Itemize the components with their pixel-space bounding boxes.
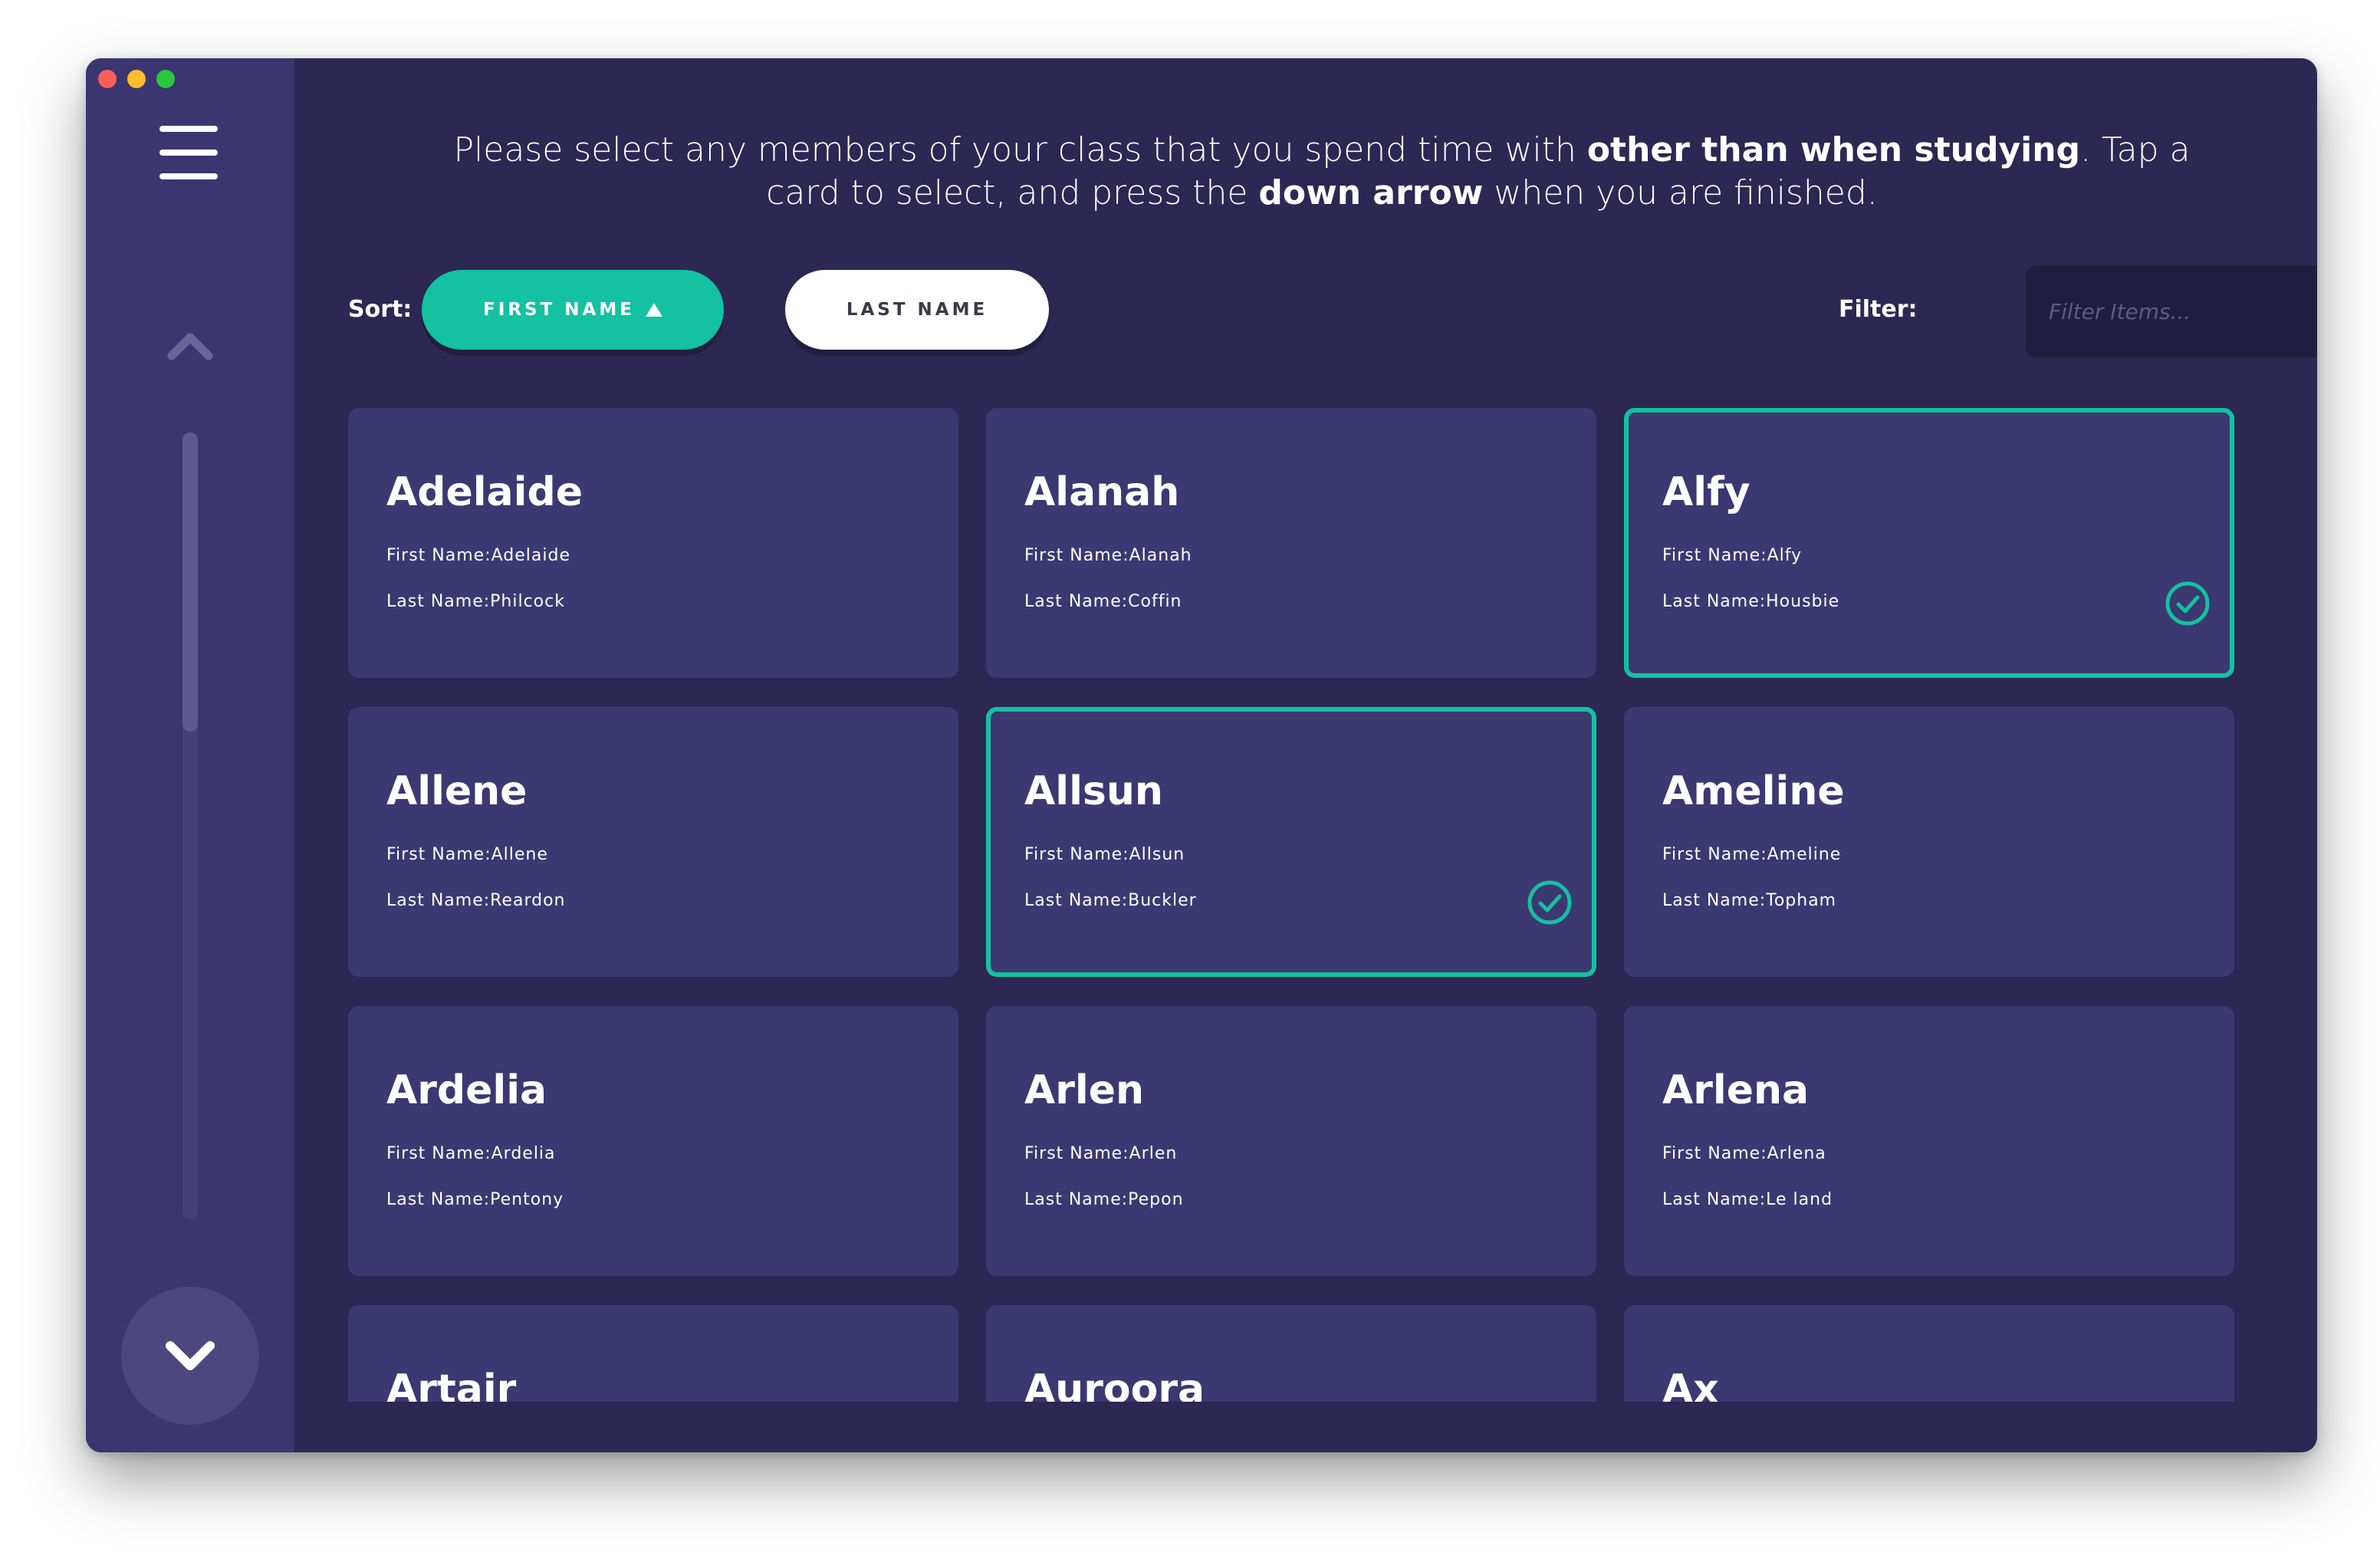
sort-ascending-icon <box>645 303 662 317</box>
finish-down-button[interactable] <box>121 1287 259 1425</box>
student-card[interactable]: Adelaide First Name:Adelaide Last Name:Phi… <box>348 408 958 678</box>
chevron-up-icon[interactable] <box>166 328 215 362</box>
hamburger-icon[interactable] <box>159 126 218 179</box>
student-card[interactable]: Ardelia First Name:Ardelia Last Name:Pento… <box>348 1006 958 1276</box>
student-card-name: Ameline <box>1662 768 1845 814</box>
filter-label: Filter: <box>1839 296 1918 323</box>
student-card[interactable]: Alanah First Name:Alanah Last Name:Coffin <box>986 408 1596 678</box>
student-card[interactable]: Ax <box>1624 1305 2234 1402</box>
student-card[interactable]: Auroora <box>986 1305 1596 1402</box>
sidebar <box>86 58 294 1452</box>
student-card[interactable]: Allene First Name:Allene Last Name:Reardon <box>348 707 958 977</box>
student-card[interactable]: Arlena First Name:Arlena Last Name:Le land <box>1624 1006 2234 1276</box>
minimize-window-button[interactable] <box>127 70 146 88</box>
student-card-last-name: Last Name:Pepon <box>1024 1190 1184 1209</box>
zoom-window-button[interactable] <box>156 70 175 88</box>
student-card-name: Alfy <box>1662 469 1750 515</box>
check-circle-icon <box>1527 880 1572 925</box>
scrollbar-thumb[interactable] <box>182 432 198 732</box>
student-card-name: Arlen <box>1024 1067 1144 1113</box>
filter-input[interactable] <box>2026 265 2317 357</box>
student-card-name: Adelaide <box>386 469 583 515</box>
student-card-name: Artair <box>386 1366 517 1402</box>
student-card[interactable]: Arlen First Name:Arlen Last Name:Pepon <box>986 1006 1596 1276</box>
student-card-last-name: Last Name:Housbie <box>1662 592 1840 611</box>
instructions-text: Please select any members of your class … <box>453 130 2191 212</box>
student-card-first-name: First Name:Alfy <box>1662 546 1803 565</box>
sort-label: Sort: <box>348 296 413 323</box>
student-card-first-name: First Name:Arlena <box>1662 1144 1826 1163</box>
student-card-name: Ax <box>1662 1366 1719 1402</box>
student-card-name: Arlena <box>1662 1067 1810 1113</box>
student-card-name: Allene <box>386 768 528 814</box>
student-card-last-name: Last Name:Coffin <box>1024 592 1182 611</box>
student-card-last-name: Last Name:Reardon <box>386 891 566 910</box>
main-panel: Please select any members of your class … <box>294 58 2317 1452</box>
student-card-last-name: Last Name:Le land <box>1662 1190 1833 1209</box>
sort-first-name-button[interactable]: FIRST NAME <box>422 270 724 350</box>
student-card-name: Allsun <box>1024 768 1163 814</box>
student-card-name: Alanah <box>1024 469 1180 515</box>
student-card-last-name: Last Name:Buckler <box>1024 891 1197 910</box>
student-card-first-name: First Name:Allene <box>386 845 548 864</box>
student-card[interactable]: Artair <box>348 1305 958 1402</box>
card-grid: Adelaide First Name:Adelaide Last Name:Phi… <box>348 408 2240 1402</box>
student-card-first-name: First Name:Arlen <box>1024 1144 1178 1163</box>
close-window-button[interactable] <box>98 70 117 88</box>
app-window: Please select any members of your class … <box>86 58 2317 1452</box>
student-card-last-name: Last Name:Topham <box>1662 891 1837 910</box>
window-controls <box>98 70 175 88</box>
student-card-first-name: First Name:Adelaide <box>386 546 570 565</box>
student-card-first-name: First Name:Ardelia <box>386 1144 556 1163</box>
student-card-first-name: First Name:Allsun <box>1024 845 1185 864</box>
student-card-name: Auroora <box>1024 1366 1205 1402</box>
student-card-last-name: Last Name:Pentony <box>386 1190 564 1209</box>
student-card-last-name: Last Name:Philcock <box>386 592 565 611</box>
check-circle-icon <box>2165 581 2210 626</box>
student-card-name: Ardelia <box>386 1067 547 1113</box>
student-card[interactable]: Ameline First Name:Ameline Last Name:Topha… <box>1624 707 2234 977</box>
chevron-down-icon <box>166 1341 215 1370</box>
student-card-first-name: First Name:Ameline <box>1662 845 1842 864</box>
sort-last-name-button[interactable]: LAST NAME <box>785 270 1049 350</box>
scrollbar-track[interactable] <box>182 432 198 1219</box>
student-card[interactable]: Alfy First Name:Alfy Last Name:Housbie <box>1624 408 2234 678</box>
student-card[interactable]: Allsun First Name:Allsun Last Name:Buckler <box>986 707 1596 977</box>
student-card-first-name: First Name:Alanah <box>1024 546 1192 565</box>
